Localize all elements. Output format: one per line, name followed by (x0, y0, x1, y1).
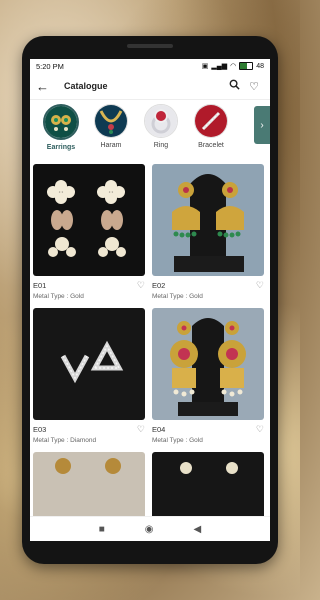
product-image (152, 308, 264, 420)
system-nav-bar: ■ ◉ ◀ (30, 516, 270, 541)
product-code: E04 (152, 425, 166, 434)
product-image (33, 308, 145, 420)
status-icons: ▣ ▂▄▆ ◠ 48 (202, 62, 264, 70)
wifi-icon: ◠ (230, 63, 237, 70)
sim-icon: ▣ (201, 63, 209, 70)
heart-icon[interactable]: ♡ (244, 80, 264, 93)
product-card[interactable]: E03 ♡ Metal Type : Diamond (33, 308, 145, 444)
heart-icon[interactable]: ♡ (256, 424, 264, 435)
screen: 5:20 PM ▣ ▂▄▆ ◠ 48 ← Catalogue ♡ Earring… (30, 59, 270, 541)
category-ring[interactable]: Ring (136, 104, 186, 149)
product-code: E03 (33, 425, 47, 434)
signal-icon: ▂▄▆ (211, 63, 228, 70)
chevron-right-icon: › (260, 119, 264, 131)
category-label: Bracelet (198, 142, 224, 149)
status-bar: 5:20 PM ▣ ▂▄▆ ◠ 48 (30, 59, 270, 73)
battery-icon (239, 62, 254, 70)
product-card[interactable]: E04 ♡ Metal Type : Gold (152, 308, 264, 444)
next-arrow-button[interactable]: › (254, 106, 270, 144)
recents-square-icon[interactable]: ■ (99, 524, 105, 535)
metal-type: Metal Type : Gold (33, 293, 84, 300)
phone-frame: 5:20 PM ▣ ▂▄▆ ◠ 48 ← Catalogue ♡ Earring… (22, 36, 278, 564)
product-code: E02 (152, 281, 166, 290)
back-triangle-icon[interactable]: ◀ (194, 524, 202, 535)
product-grid: E01 ♡ Metal Type : Gold E02 ♡ Metal Type… (30, 156, 270, 541)
metal-type: Metal Type : Gold (152, 293, 203, 300)
battery-level: 48 (256, 62, 264, 70)
heart-icon[interactable]: ♡ (256, 280, 264, 291)
product-image (33, 164, 145, 276)
product-card[interactable]: E01 ♡ Metal Type : Gold (33, 164, 145, 300)
status-time: 5:20 PM (36, 61, 64, 71)
category-haram[interactable]: Haram (86, 104, 136, 149)
bracelet-thumbnail (194, 104, 228, 138)
category-label: Ring (153, 142, 169, 149)
heart-icon[interactable]: ♡ (137, 280, 145, 291)
app-header: ← Catalogue ♡ (30, 73, 270, 100)
home-circle-icon[interactable]: ◉ (145, 524, 154, 535)
ring-thumbnail (144, 104, 178, 138)
heart-icon[interactable]: ♡ (137, 424, 145, 435)
category-label: Haram (100, 142, 122, 149)
category-strip: Earrings Haram Ring Bracelet › (30, 100, 270, 156)
category-earrings[interactable]: Earrings (36, 104, 86, 151)
page-title: Catalogue (64, 81, 108, 91)
product-image (152, 164, 264, 276)
product-code: E01 (33, 281, 47, 290)
earrings-thumbnail (43, 104, 79, 140)
haram-thumbnail (94, 104, 128, 138)
metal-type: Metal Type : Gold (152, 437, 203, 444)
metal-type: Metal Type : Diamond (33, 437, 97, 444)
category-label: Earrings (46, 144, 76, 151)
product-card[interactable]: E02 ♡ Metal Type : Gold (152, 164, 264, 300)
search-icon[interactable] (224, 79, 244, 93)
back-arrow-icon[interactable]: ← (36, 79, 58, 94)
speaker-grille (127, 44, 173, 48)
category-bracelet[interactable]: Bracelet (186, 104, 236, 149)
